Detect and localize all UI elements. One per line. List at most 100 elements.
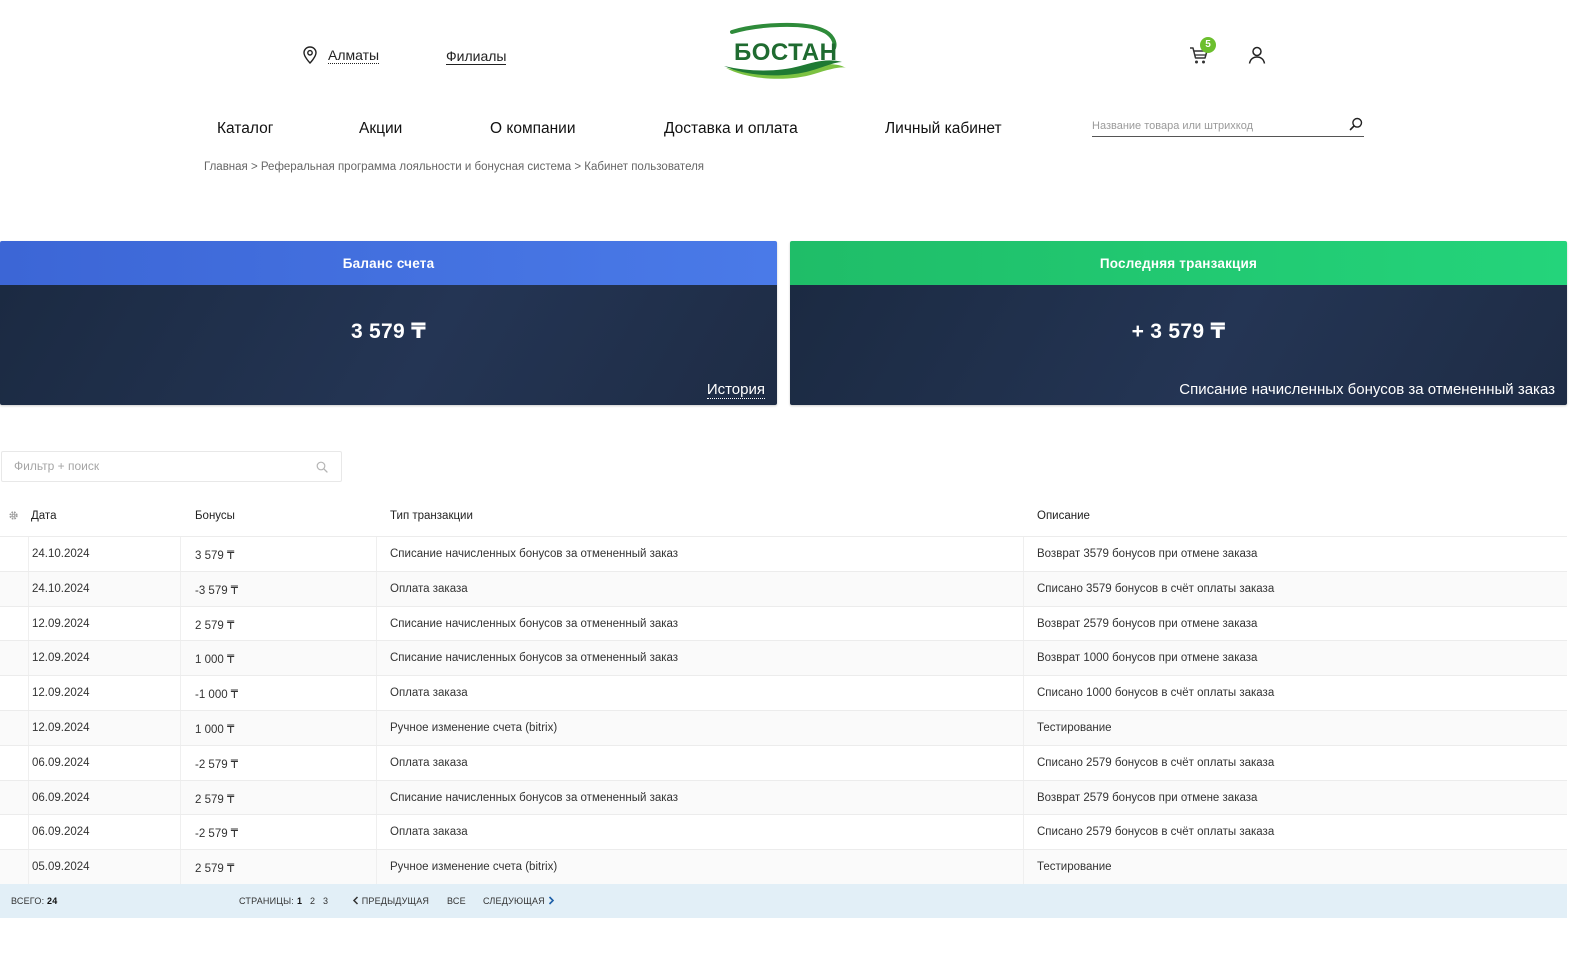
product-search [1092, 116, 1364, 137]
cell-description: Возврат 2579 бонусов при отмене заказа [1037, 617, 1258, 630]
table-row[interactable]: 06.09.2024 -2 579 ₸ Оплата заказа Списан… [0, 744, 1567, 780]
last-transaction-card: Последняя транзакция + 3 579 ₸ Списание … [790, 241, 1567, 405]
cell-date: 06.09.2024 [32, 826, 90, 839]
cell-type: Списание начисленных бонусов за отмененн… [390, 791, 679, 804]
cell-description: Списано 2579 бонусов в счёт оплаты заказ… [1037, 756, 1275, 769]
bostan-logo[interactable]: БОСТАН [718, 22, 850, 84]
cell-description: Возврат 2579 бонусов при отмене заказа [1037, 791, 1258, 804]
column-header-bonus[interactable]: Бонусы [195, 510, 235, 522]
all-pages-button[interactable]: Все [447, 896, 466, 906]
table-body: 24.10.2024 3 579 ₸ Списание начисленных … [0, 536, 1567, 884]
page-3[interactable]: 3 [323, 896, 328, 906]
cell-bonus: -2 579 ₸ [195, 828, 239, 841]
cell-bonus: 2 579 ₸ [195, 793, 235, 806]
history-link[interactable]: История [706, 381, 765, 399]
cell-bonus: 2 579 ₸ [195, 619, 235, 632]
cell-description: Списано 3579 бонусов в счёт оплаты заказ… [1037, 582, 1275, 595]
cell-date: 05.09.2024 [32, 861, 90, 874]
cell-bonus: 3 579 ₸ [195, 550, 235, 562]
gear-icon[interactable] [8, 510, 19, 521]
table-row[interactable]: 12.09.2024 2 579 ₸ Списание начисленных … [0, 605, 1567, 641]
cell-type: Оплата заказа [390, 582, 468, 595]
table-row[interactable]: 05.09.2024 2 579 ₸ Ручное изменение счет… [0, 849, 1567, 884]
cell-date: 12.09.2024 [32, 652, 90, 665]
location-pin-icon [303, 46, 317, 64]
cell-bonus: -3 579 ₸ [195, 584, 239, 597]
search-icon[interactable] [1349, 117, 1363, 131]
cell-bonus: -2 579 ₸ [195, 758, 239, 771]
cell-type: Оплата заказа [390, 687, 468, 700]
cell-bonus: 1 000 ₸ [195, 723, 235, 736]
cell-type: Оплата заказа [390, 756, 468, 769]
total-count: Всего: 24 [11, 896, 57, 906]
filter-search-box [1, 451, 342, 482]
cell-type: Списание начисленных бонусов за отмененн… [390, 652, 679, 665]
cell-bonus: 2 579 ₸ [195, 863, 235, 876]
last-transaction-amount: + 3 579 ₸ [1131, 320, 1226, 343]
chevron-right-icon [548, 896, 554, 905]
balance-card-body: 3 579 ₸ История [0, 285, 777, 405]
cell-type: Ручное изменение счета (bitrix) [390, 861, 558, 874]
cell-date: 12.09.2024 [32, 617, 90, 630]
table-row[interactable]: 12.09.2024 1 000 ₸ Ручное изменение счет… [0, 709, 1567, 745]
last-transaction-body: + 3 579 ₸ Списание начисленных бонусов з… [790, 285, 1567, 405]
branches-link[interactable]: Филиалы [446, 48, 507, 65]
transactions-table: Дата Бонусы Тип транзакции Описание 24.1… [0, 500, 1567, 884]
user-icon[interactable] [1247, 45, 1267, 65]
cell-description: Списано 1000 бонусов в счёт оплаты заказ… [1037, 687, 1275, 700]
cart-count-badge: 5 [1200, 37, 1216, 53]
table-header: Дата Бонусы Тип транзакции Описание [0, 500, 1567, 536]
table-row[interactable]: 12.09.2024 1 000 ₸ Списание начисленных … [0, 640, 1567, 676]
filter-input[interactable] [14, 459, 304, 473]
cell-description: Возврат 3579 бонусов при отмене заказа [1037, 548, 1258, 560]
balance-card: Баланс счета 3 579 ₸ История [0, 241, 777, 405]
table-row[interactable]: 12.09.2024 -1 000 ₸ Оплата заказа Списан… [0, 675, 1567, 710]
breadcrumb[interactable]: Главная > Реферальная программа лояльнос… [204, 161, 704, 173]
cell-date: 06.09.2024 [32, 791, 90, 804]
prev-page-button[interactable]: Предыдущая [352, 896, 429, 906]
nav-item-about[interactable]: О компании [490, 120, 576, 138]
chevron-left-icon [352, 896, 359, 905]
total-label: Всего: [11, 896, 45, 906]
column-header-type[interactable]: Тип транзакции [390, 510, 473, 522]
cell-date: 24.10.2024 [32, 582, 90, 595]
cell-description: Тестирование [1037, 861, 1112, 874]
pagination-bar: Всего: 24 Страницы: 1 2 3 Предыдущая Все… [0, 884, 1567, 918]
nav-item-delivery[interactable]: Доставка и оплата [664, 120, 798, 138]
cell-type: Списание начисленных бонусов за отмененн… [390, 548, 679, 560]
last-transaction-description: Списание начисленных бонусов за отмененн… [1179, 381, 1555, 398]
cell-bonus: 1 000 ₸ [195, 654, 235, 667]
cell-bonus: -1 000 ₸ [195, 689, 239, 702]
cell-date: 12.09.2024 [32, 687, 90, 700]
prev-page-label: Предыдущая [361, 896, 430, 906]
column-header-date[interactable]: Дата [31, 510, 56, 522]
nav-item-catalog[interactable]: Каталог [217, 120, 273, 138]
balance-amount: 3 579 ₸ [350, 320, 427, 343]
column-header-description[interactable]: Описание [1037, 510, 1090, 522]
city-label[interactable]: Алматы [328, 47, 380, 64]
cell-description: Возврат 1000 бонусов при отмене заказа [1037, 652, 1258, 665]
city-selector[interactable]: Алматы [302, 46, 380, 64]
table-row[interactable]: 06.09.2024 -2 579 ₸ Оплата заказа Списан… [0, 814, 1567, 850]
search-icon[interactable] [316, 461, 328, 473]
next-page-label: Следующая [483, 896, 545, 906]
cell-type: Списание начисленных бонусов за отмененн… [390, 617, 679, 630]
page-2[interactable]: 2 [310, 896, 315, 906]
pages-label: Страницы: [239, 896, 294, 906]
table-row[interactable]: 24.10.2024 3 579 ₸ Списание начисленных … [0, 536, 1567, 571]
cell-date: 24.10.2024 [32, 548, 90, 560]
cell-type: Ручное изменение счета (bitrix) [390, 721, 558, 734]
cell-description: Тестирование [1037, 721, 1112, 734]
nav-item-promotions[interactable]: Акции [359, 120, 402, 138]
nav-item-account[interactable]: Личный кабинет [885, 120, 1002, 138]
last-transaction-title: Последняя транзакция [790, 241, 1567, 285]
logo-text: БОСТАН [734, 39, 837, 66]
table-row[interactable]: 06.09.2024 2 579 ₸ Списание начисленных … [0, 779, 1567, 815]
header: Алматы Филиалы БОСТАН 5 [0, 0, 1578, 100]
search-input[interactable] [1092, 117, 1337, 132]
page-1[interactable]: 1 [297, 896, 302, 906]
table-row[interactable]: 24.10.2024 -3 579 ₸ Оплата заказа Списан… [0, 570, 1567, 606]
cell-date: 12.09.2024 [32, 721, 90, 734]
balance-card-title: Баланс счета [0, 241, 777, 285]
next-page-button[interactable]: Следующая [483, 896, 555, 906]
